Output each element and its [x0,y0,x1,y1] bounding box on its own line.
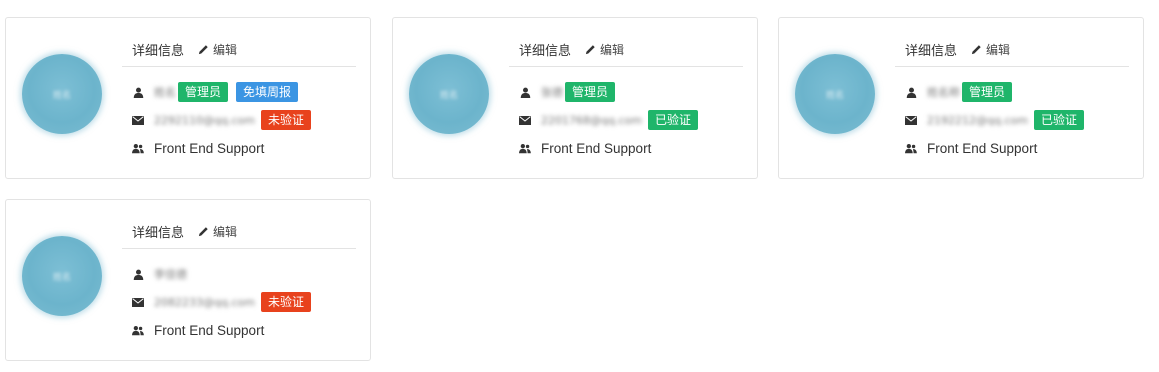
user-name: 李佳德 [154,268,187,281]
user-card: 姓名 详细信息 编辑 姓名称 管理员 2192212@qq.com 已验证 Fr… [778,17,1144,179]
name-row: 姓名 管理员 免填周报 [122,78,356,106]
user-email: 2082233@qq.com [154,295,255,309]
edit-button[interactable]: 编辑 [971,41,1010,58]
email-row: 2201768@qq.com 已验证 [509,106,743,134]
avatar-text: 姓名 [825,91,844,101]
card-header: 详细信息 编辑 [122,32,356,67]
user-email: 2192212@qq.com [927,113,1028,127]
user-icon [132,86,144,98]
department-row: Front End Support [509,134,743,162]
group-icon [905,142,917,154]
admin-badge: 管理员 [178,82,229,102]
avatar-text: 姓名 [439,91,458,101]
avatar-text: 姓名 [52,273,71,283]
user-email: 2292110@qq.com [154,113,255,127]
edit-label: 编辑 [600,42,625,57]
card-title: 详细信息 [132,225,185,241]
weekly-report-exempt-badge: 免填周报 [236,82,299,102]
edit-button[interactable]: 编辑 [585,41,624,58]
edit-label: 编辑 [986,42,1011,57]
pencil-icon [585,44,595,54]
admin-badge: 管理员 [962,82,1013,102]
verification-badge: 未验证 [260,110,311,130]
user-name: 张德 [541,86,563,99]
department-row: Front End Support [122,316,356,344]
email-row: 2192212@qq.com 已验证 [895,106,1129,134]
envelope-icon [132,114,144,126]
admin-badge: 管理员 [565,82,616,102]
card-header: 详细信息 编辑 [509,32,743,67]
pencil-icon [198,44,208,54]
user-email: 2201768@qq.com [541,113,642,127]
department-name: Front End Support [154,140,265,156]
department-row: Front End Support [122,134,356,162]
user-name: 姓名 [154,86,176,99]
email-row: 2292110@qq.com 未验证 [122,106,356,134]
user-card: 姓名 详细信息 编辑 张德 管理员 2201768@qq.com 已验证 Fro… [392,17,758,179]
edit-button[interactable]: 编辑 [198,41,237,58]
user-icon [905,86,917,98]
pencil-icon [198,226,208,236]
envelope-icon [905,114,917,126]
user-card: 姓名 详细信息 编辑 李佳德 2082233@qq.com 未验证 Front … [5,199,371,361]
group-icon [132,142,144,154]
envelope-icon [132,296,144,308]
edit-label: 编辑 [213,224,238,239]
avatar[interactable]: 姓名 [22,236,102,316]
card-header: 详细信息 编辑 [122,214,356,249]
user-icon [132,268,144,280]
avatar[interactable]: 姓名 [22,54,102,134]
avatar[interactable]: 姓名 [409,54,489,134]
user-name: 姓名称 [927,86,960,99]
user-info: 详细信息 编辑 姓名 管理员 免填周报 2292110@qq.com 未验证 F… [122,32,356,162]
email-row: 2082233@qq.com 未验证 [122,288,356,316]
name-row: 李佳德 [122,260,356,288]
edit-button[interactable]: 编辑 [198,223,237,240]
user-card: 姓名 详细信息 编辑 姓名 管理员 免填周报 2292110@qq.com 未验… [5,17,371,179]
card-title: 详细信息 [905,43,958,59]
pencil-icon [971,44,981,54]
user-icon [519,86,531,98]
edit-label: 编辑 [213,42,238,57]
envelope-icon [519,114,531,126]
card-header: 详细信息 编辑 [895,32,1129,67]
card-title: 详细信息 [519,43,572,59]
card-title: 详细信息 [132,43,185,59]
user-info: 详细信息 编辑 姓名称 管理员 2192212@qq.com 已验证 Front… [895,32,1129,162]
department-row: Front End Support [895,134,1129,162]
name-row: 张德 管理员 [509,78,743,106]
department-name: Front End Support [927,140,1038,156]
name-row: 姓名称 管理员 [895,78,1129,106]
verification-badge: 已验证 [647,110,698,130]
avatar[interactable]: 姓名 [795,54,875,134]
avatar-text: 姓名 [52,91,71,101]
group-icon [519,142,531,154]
user-info: 详细信息 编辑 李佳德 2082233@qq.com 未验证 Front End… [122,214,356,344]
department-name: Front End Support [154,322,265,338]
department-name: Front End Support [541,140,652,156]
verification-badge: 未验证 [260,292,311,312]
user-info: 详细信息 编辑 张德 管理员 2201768@qq.com 已验证 Front … [509,32,743,162]
group-icon [132,324,144,336]
verification-badge: 已验证 [1033,110,1084,130]
